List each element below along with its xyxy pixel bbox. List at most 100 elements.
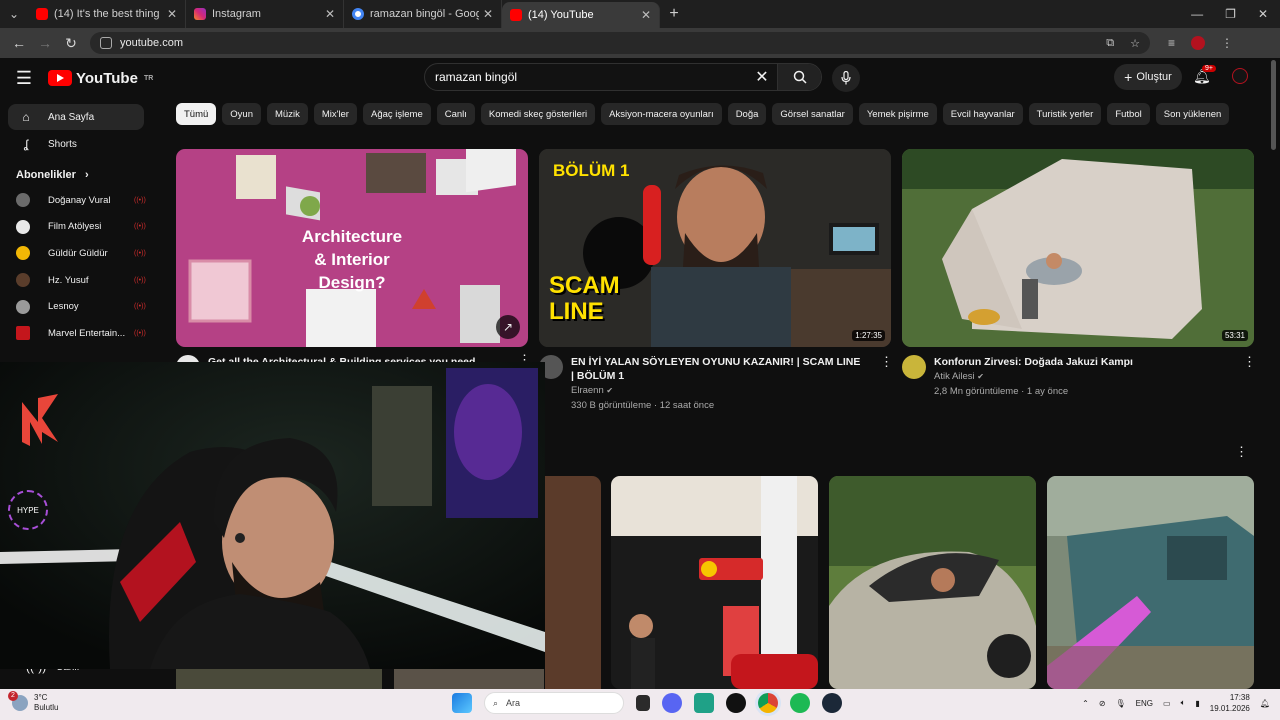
channel-avatar[interactable] [902,355,926,379]
taskbar-apps: ⌕ Ara [452,692,842,714]
install-app-icon[interactable]: ⧉ [1106,37,1114,50]
browser-tab-1[interactable]: Instagram ✕ [186,0,344,28]
chip[interactable]: Ağaç işleme [362,103,431,125]
app-icon[interactable] [726,693,746,713]
video-title[interactable]: Konforun Zirvesi: Doğada Jakuzi Kampı [934,355,1224,369]
youtube-header: ☰ YouTube TR ramazan bingöl ✕ + Oluştur … [0,58,1268,98]
chip[interactable]: Evcil hayvanlar [942,103,1023,125]
browser-menu-icon[interactable]: ⋮ [1221,36,1233,50]
create-button[interactable]: + Oluştur [1114,64,1182,90]
tab-search-button[interactable]: ⌄ [0,0,28,28]
chip[interactable]: Turistik yerler [1028,103,1102,125]
channel-name[interactable]: Elraenn ✔ [571,385,613,396]
account-avatar[interactable] [1232,68,1248,84]
short-thumbnail[interactable] [829,476,1036,689]
subscription-item[interactable]: Marvel Entertain... ((•)) [0,320,160,347]
forward-icon[interactable]: → [32,35,58,51]
video-title[interactable]: EN İYİ YALAN SÖYLEYEN OYUNU KAZANIR! | S… [571,355,861,383]
taskbar-search[interactable]: ⌕ Ara [484,692,624,714]
browser-tab-0[interactable]: (14) It's the best thing I've seen ✕ [28,0,186,28]
chip[interactable]: Doğa [727,103,767,125]
teams-icon[interactable] [694,693,714,713]
chip[interactable]: Son yüklenen [1155,103,1230,125]
subscription-item[interactable]: Film Atölyesi ((•)) [0,214,160,241]
chip[interactable]: Komedi skeç gösterileri [480,103,596,125]
short-thumbnail[interactable] [394,669,544,689]
close-icon[interactable]: ✕ [483,7,493,21]
chip[interactable]: Oyun [222,103,262,125]
short-thumbnail[interactable] [1047,476,1254,689]
menu-icon[interactable]: ☰ [0,68,48,89]
spotify-icon[interactable] [790,693,810,713]
subscription-item[interactable]: Güldür Güldür ((•)) [0,240,160,267]
clock[interactable]: 17:38 19.01.2026 [1210,692,1250,714]
chip[interactable]: Yemek pişirme [858,103,937,125]
channel-avatar [16,326,30,341]
url-bar[interactable]: youtube.com ⧉ ☆ [90,32,1150,54]
chrome-icon[interactable] [758,693,778,713]
video-thumbnail[interactable]: 53:31 [902,149,1254,347]
close-window-icon[interactable]: ✕ [1258,7,1268,21]
chip[interactable]: Aksiyon-macera oyunları [601,103,722,125]
weather-temp: 3°C [34,693,48,702]
page-scrollbar[interactable] [1271,60,1276,150]
short-thumbnail[interactable] [176,669,382,689]
reload-icon[interactable]: ↻ [58,35,84,52]
channel-name[interactable]: Atik Ailesi ✔ [934,371,984,382]
taskbar-search-placeholder: Ara [506,698,521,708]
battery-icon[interactable]: ▮ [1195,699,1199,708]
subscription-item[interactable]: Hz. Yusuf ((•)) [0,267,160,294]
video-thumbnail[interactable]: Architecture & Interior Design? ↗ [176,149,528,347]
short-thumbnail[interactable] [611,476,818,689]
weather-widget[interactable]: 2 3°C Bulutlu [8,691,58,713]
close-icon[interactable]: ✕ [167,7,177,21]
file-explorer-icon[interactable] [636,695,650,711]
subscription-item[interactable]: Lesnoy ((•)) [0,293,160,320]
chip[interactable]: Tümü [176,103,217,125]
display-icon[interactable]: ▭ [1163,699,1171,708]
network-off-icon[interactable]: ⊘ [1099,699,1106,708]
clear-search-icon[interactable]: ✕ [747,67,777,87]
bookmark-star-icon[interactable]: ☆ [1130,37,1140,50]
voice-search-button[interactable] [832,64,860,92]
shorts-more-options-icon[interactable]: ⋮ [1235,444,1248,460]
search-input[interactable]: ramazan bingöl [425,70,747,84]
reading-list-icon[interactable]: ≡ [1168,36,1175,50]
profile-avatar-icon[interactable] [1191,36,1206,50]
more-options-icon[interactable]: ⋮ [1243,354,1256,370]
more-options-icon[interactable]: ⋮ [880,354,893,370]
youtube-logo[interactable]: YouTube TR [48,70,153,87]
windows-start-icon[interactable] [452,693,472,713]
discord-icon[interactable] [662,693,682,713]
new-tab-button[interactable]: + [660,5,688,23]
microphone-icon[interactable]: 🎙︎ [1116,699,1126,708]
subscriptions-heading[interactable]: Abonelikler › [16,169,160,181]
chip[interactable]: Müzik [267,103,308,125]
channel-avatar [16,246,30,261]
subscription-item[interactable]: Doğanay Vural ((•)) [0,187,160,214]
chip[interactable]: Futbol [1107,103,1150,125]
chip[interactable]: Görsel sanatlar [772,103,853,125]
sidebar-item-shorts[interactable]: ʆ Shorts [8,131,144,157]
close-icon[interactable]: ✕ [325,7,335,21]
browser-tab-3[interactable]: (14) YouTube ✕ [502,2,660,28]
external-link-button[interactable]: ↗ [496,315,520,339]
speaker-icon[interactable]: 🔈︎ [1181,698,1186,708]
language-indicator[interactable]: ENG [1136,699,1153,708]
more-options-icon[interactable]: ⋮ [518,352,531,362]
site-info-icon[interactable] [100,37,112,49]
search-button[interactable] [777,64,821,90]
notification-center-icon[interactable]: 🔔︎ [1260,699,1270,708]
short-thumbnail[interactable] [545,476,601,689]
chip[interactable]: Mix'ler [313,103,357,125]
back-icon[interactable]: ← [6,35,32,51]
chip[interactable]: Canlı [436,103,475,125]
chevron-up-icon[interactable]: ⌃ [1082,699,1089,708]
browser-tab-2[interactable]: ramazan bingöl - Google'da Ar ✕ [344,0,502,28]
steam-icon[interactable] [822,693,842,713]
close-icon[interactable]: ✕ [641,8,651,22]
minimize-icon[interactable]: — [1191,7,1203,21]
maximize-icon[interactable]: ❐ [1225,7,1236,21]
video-thumbnail[interactable]: BÖLÜM 1 SCAM LINE 1:27:35 [539,149,891,347]
sidebar-item-home[interactable]: ⌂ Ana Sayfa [8,104,144,130]
